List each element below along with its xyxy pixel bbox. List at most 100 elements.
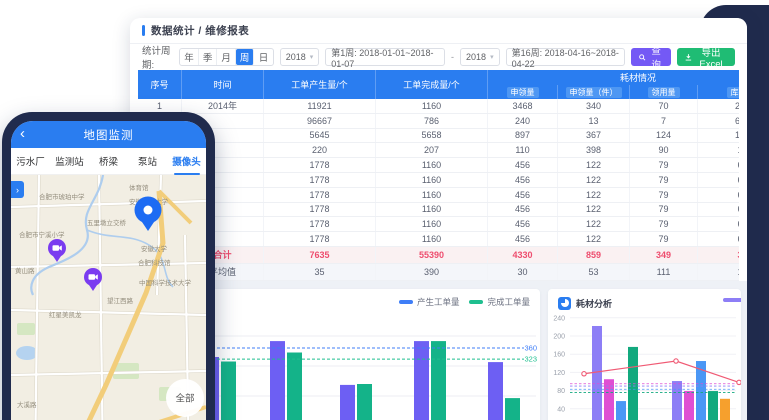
table-cell: 340 <box>558 99 630 113</box>
table-row: 8177811604561227967 <box>138 203 739 218</box>
map-label: 五里墩立交桥 <box>87 218 127 227</box>
table-cell: 122 <box>558 232 630 246</box>
period-option[interactable]: 月 <box>217 49 236 65</box>
filter-bar: 统计周期: 年季月周日 2018 ▾ 第1周: 2018-01-01~2018-… <box>130 44 747 70</box>
breadcrumb: 数据统计 / 维修报表 <box>151 23 249 38</box>
app-tab-污水厂[interactable]: 污水厂 <box>11 154 50 168</box>
consumable-chart-header: 耗材分析 <box>548 289 741 311</box>
breadcrumb-bar: 数据统计 / 维修报表 <box>130 18 747 44</box>
app-title: 地图监测 <box>84 127 134 143</box>
app-tab-桥梁[interactable]: 桥梁 <box>89 154 128 168</box>
table-cell: 67 <box>698 203 739 217</box>
table-cell: 690 <box>698 114 739 128</box>
legend-marker <box>399 300 413 304</box>
table-cell: 110 <box>488 143 558 157</box>
period-label: 统计周期: <box>142 43 173 71</box>
map-view[interactable]: 合肥市琥珀中学体育馆安徽农业大学五里墩立交桥合肥市宁溪小学安徽大学合肥科技馆中国… <box>11 175 206 420</box>
table-cell: 349 <box>630 247 698 263</box>
table-cell: 67 <box>698 217 739 231</box>
table-cell: 19 <box>698 143 739 157</box>
all-filter-button[interactable]: 全部 <box>166 379 204 417</box>
breadcrumb-accent <box>142 25 145 36</box>
table-cell: 786 <box>376 114 488 128</box>
phone-screen: ‹ 地图监测 污水厂监测站桥梁泵站摄像头 <box>11 121 206 420</box>
table-cell: 1 <box>138 99 182 113</box>
table-cell: 1778 <box>264 188 376 202</box>
panel-expand-button[interactable]: › <box>11 181 24 198</box>
table-cell: 13 <box>558 114 630 128</box>
year-end-select[interactable]: 2018 ▾ <box>460 48 500 66</box>
table-cell: 1778 <box>264 158 376 172</box>
range-end-input[interactable]: 第16周: 2018-04-16~2018-04-22 <box>506 48 626 66</box>
export-button-label: 导出Excel <box>695 45 727 70</box>
app-tab-泵站[interactable]: 泵站 <box>128 154 167 168</box>
table-cell: 1160 <box>376 203 488 217</box>
consumable-chart-legend[interactable] <box>723 298 741 302</box>
year-start-select[interactable]: 2018 ▾ <box>280 48 320 66</box>
app-header: ‹ 地图监测 <box>11 121 206 148</box>
group-header-label: 耗材情况 <box>488 70 739 85</box>
table-cell: 79 <box>630 158 698 172</box>
range-start-value: 第1周: 2018-01-01~2018-01-07 <box>331 46 439 69</box>
sub-column-header: 申领量（件） <box>558 85 630 99</box>
column-header: 工单产生量/个 <box>264 70 376 99</box>
table-cell: 1160 <box>376 217 488 231</box>
dashboard-card: 数据统计 / 维修报表 统计周期: 年季月周日 2018 ▾ 第1周: 2018… <box>130 18 747 420</box>
period-option[interactable]: 年 <box>180 49 199 65</box>
table-cell: 456 <box>488 158 558 172</box>
table-cell: 456 <box>488 188 558 202</box>
table-cell: 11921 <box>264 99 376 113</box>
table-cell: 859 <box>558 247 630 263</box>
table-cell: 90 <box>630 143 698 157</box>
year-start-value: 2018 <box>286 52 306 62</box>
table-row: 5177811604561227967 <box>138 158 739 173</box>
svg-text:200: 200 <box>553 334 565 341</box>
export-excel-button[interactable]: 导出Excel <box>677 48 735 66</box>
table-cell: 122 <box>558 158 630 172</box>
table-cell: 1778 <box>264 173 376 187</box>
query-button-label: 查询 <box>649 43 663 71</box>
table-cell: 79 <box>630 217 698 231</box>
period-option[interactable]: 日 <box>254 49 272 65</box>
table-cell: 1778 <box>264 217 376 231</box>
table-cell: 33 <box>698 247 739 263</box>
app-tab-监测站[interactable]: 监测站 <box>50 154 89 168</box>
column-header: 时间 <box>182 70 264 99</box>
svg-text:120: 120 <box>553 370 565 377</box>
phone-mockup: ‹ 地图监测 污水厂监测站桥梁泵站摄像头 <box>2 112 215 420</box>
table-total-row: 合计763555390433085934933 <box>138 247 739 264</box>
sub-column-header: 领用量 <box>630 85 698 99</box>
svg-text:全部: 全部 <box>175 393 194 405</box>
report-table-wrap: 序号时间工单产生量/个工单完成量/个耗材情况申领量申领量（件）领用量库存量 12… <box>130 70 739 281</box>
search-icon <box>639 53 646 62</box>
group-header: 耗材情况申领量申领量（件）领用量库存量 <box>488 70 739 99</box>
table-row: 296667786240137690 <box>138 114 739 129</box>
map-label: 体育馆 <box>129 183 149 192</box>
table-cell: 1160 <box>376 99 488 113</box>
table-cell: 456 <box>488 232 558 246</box>
table-cell: 129 <box>698 129 739 143</box>
column-header: 序号 <box>138 70 182 99</box>
map-label: 大溪路 <box>17 400 37 409</box>
table-cell: 53 <box>558 264 630 280</box>
table-cell: 79 <box>630 232 698 246</box>
consumable-chart-title: 耗材分析 <box>576 297 612 310</box>
table-average-row: 平均值35390305311114 <box>138 264 739 281</box>
table-cell: 122 <box>558 173 630 187</box>
svg-text:80: 80 <box>557 388 565 395</box>
app-tab-摄像头[interactable]: 摄像头 <box>167 154 206 168</box>
sub-header-row: 申领量申领量（件）领用量库存量 <box>488 85 739 99</box>
query-button[interactable]: 查询 <box>631 48 671 66</box>
back-button[interactable]: ‹ <box>20 125 25 143</box>
charts-row: 产生工单量完成工单量 360323 耗材分析 2402001601208040 <box>130 289 747 420</box>
range-start-input[interactable]: 第1周: 2018-01-01~2018-01-07 <box>325 48 445 66</box>
chevron-down-icon: ▾ <box>490 53 494 61</box>
table-cell: 122 <box>558 188 630 202</box>
table-cell: 122 <box>558 203 630 217</box>
period-option[interactable]: 季 <box>199 49 218 65</box>
map-label: 合肥市琥珀中学 <box>39 192 85 201</box>
legend-marker <box>469 300 483 304</box>
table-cell: 390 <box>376 264 488 280</box>
table-cell: 79 <box>630 188 698 202</box>
period-option[interactable]: 周 <box>236 49 255 65</box>
